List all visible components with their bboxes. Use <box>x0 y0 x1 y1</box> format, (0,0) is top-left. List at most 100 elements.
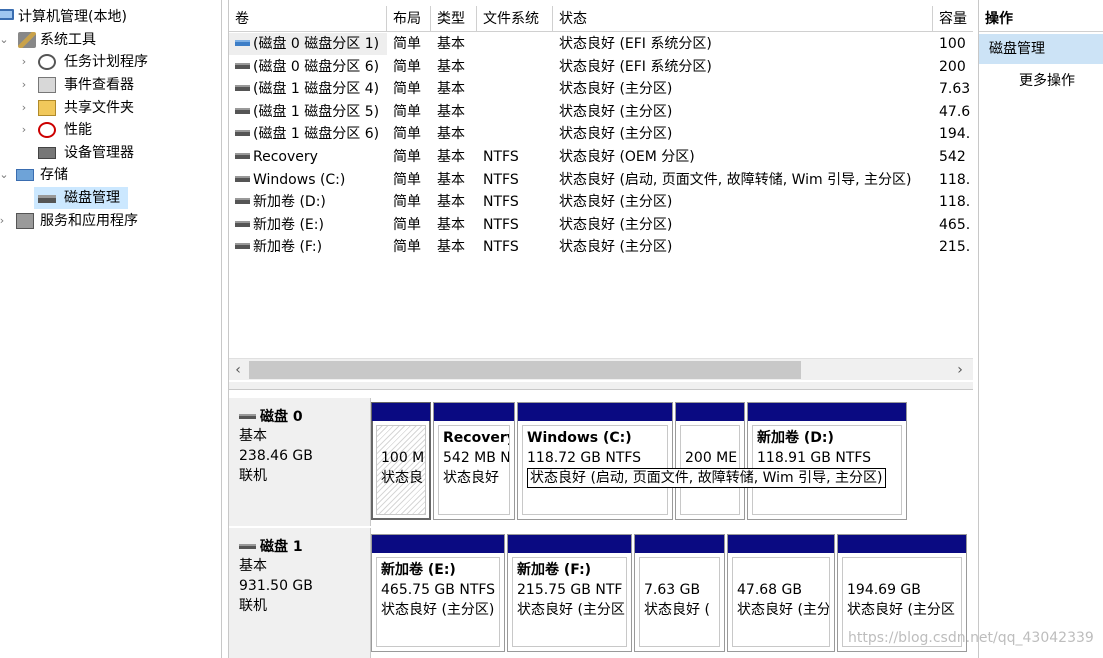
table-cell-fs <box>477 78 553 100</box>
table-cell-status: 状态良好 (EFI 系统分区) <box>553 56 933 78</box>
scroll-left-icon[interactable]: ‹ <box>229 359 247 381</box>
table-cell-capacity: 118. <box>933 169 973 191</box>
column-header-volume[interactable]: 卷 <box>229 6 387 32</box>
chevron-right-icon[interactable]: › <box>18 51 30 73</box>
tree-item-disk-management[interactable]: 磁盘管理 <box>34 187 128 209</box>
cell-text: (磁盘 1 磁盘分区 5) <box>253 103 380 120</box>
column-header-filesystem[interactable]: 文件系统 <box>477 6 553 32</box>
chevron-right-icon[interactable]: › <box>18 119 30 141</box>
column-header-type[interactable]: 类型 <box>431 6 477 32</box>
table-row[interactable]: (磁盘 0 磁盘分区 6) 简单 基本 状态良好 (EFI 系统分区) 200 <box>229 56 973 79</box>
scroll-right-icon[interactable]: › <box>951 359 969 381</box>
table-row[interactable]: (磁盘 1 磁盘分区 5) 简单 基本 状态良好 (主分区) 47.6 <box>229 101 973 124</box>
cell-text: 基本 <box>437 171 465 188</box>
table-row[interactable]: 新加卷 (D:) 简单 基本 NTFS 状态良好 (主分区) 118. <box>229 191 973 214</box>
cell-text: 465. <box>939 216 971 233</box>
partition-status: 状态良好 (主分区 <box>517 602 625 618</box>
column-header-capacity[interactable]: 容量 <box>933 6 973 32</box>
tree-item-device-manager[interactable]: 设备管理器 <box>0 142 220 164</box>
partition-size: 542 MB N <box>443 450 510 466</box>
disk-info-1[interactable]: 磁盘 1 基本 931.50 GB 联机 <box>229 528 371 658</box>
chevron-down-icon[interactable]: ⌄ <box>0 29 10 51</box>
partition-disk1-5[interactable]: 47.68 GB 状态良好 (主分 <box>727 534 835 652</box>
tree-label: 共享文件夹 <box>64 100 134 116</box>
cell-text: 简单 <box>393 239 421 256</box>
tree-item-task-scheduler[interactable]: › 任务计划程序 <box>0 51 220 73</box>
more-actions-link[interactable]: 更多操作 <box>1019 70 1075 92</box>
table-cell-type: 基本 <box>431 101 477 123</box>
table-cell-capacity: 100 <box>933 33 973 55</box>
tree-item-system-tools[interactable]: ⌄ 系统工具 <box>0 29 220 51</box>
scrollbar-thumb[interactable] <box>249 361 801 379</box>
device-manager-icon <box>38 147 56 159</box>
partition-f[interactable]: 新加卷 (F:) 215.75 GB NTF 状态良好 (主分区 <box>507 534 632 652</box>
chevron-right-icon[interactable]: › <box>18 74 30 96</box>
table-cell-fs <box>477 101 553 123</box>
cell-text: 新加卷 (E:) <box>253 216 324 233</box>
partition-recovery[interactable]: Recovery 542 MB N 状态良好 <box>433 402 515 520</box>
partition-disk0-6[interactable]: 200 ME <box>675 402 745 520</box>
table-row[interactable]: Windows (C:) 简单 基本 NTFS 状态良好 (启动, 页面文件, 故障转储… <box>229 169 973 192</box>
cell-text: (磁盘 0 磁盘分区 6) <box>253 58 380 75</box>
table-cell-fs: NTFS <box>477 236 553 258</box>
tree-item-services[interactable]: › 服务和应用程序 <box>0 210 220 232</box>
table-row[interactable]: 新加卷 (F:) 简单 基本 NTFS 状态良好 (主分区) 215. <box>229 236 973 259</box>
table-row[interactable]: 新加卷 (E:) 简单 基本 NTFS 状态良好 (主分区) 465. <box>229 214 973 237</box>
cell-text: Recovery <box>253 149 318 165</box>
table-cell-capacity: 465. <box>933 214 973 236</box>
table-cell-status: 状态良好 (主分区) <box>553 123 933 145</box>
horizontal-scrollbar[interactable]: ‹ › <box>229 358 973 380</box>
table-row[interactable]: (磁盘 1 磁盘分区 4) 简单 基本 状态良好 (主分区) 7.63 <box>229 78 973 101</box>
cell-text: 118. <box>939 171 971 188</box>
disk-name: 磁盘 1 <box>260 539 303 555</box>
partition-disk0-1[interactable]: 100 M 状态良 <box>371 402 431 520</box>
cell-text: 状态良好 (启动, 页面文件, 故障转储, Wim 引导, 主分区) <box>559 171 912 188</box>
chevron-down-icon[interactable]: ⌄ <box>0 164 10 186</box>
cell-text: 新加卷 (F:) <box>253 239 323 256</box>
pane-splitter[interactable] <box>229 382 973 390</box>
tree-item-shared-folders[interactable]: › 共享文件夹 <box>0 97 220 119</box>
table-cell-layout: 简单 <box>387 33 431 55</box>
column-header-layout[interactable]: 布局 <box>387 6 431 32</box>
table-cell-fs <box>477 56 553 78</box>
chevron-right-icon[interactable]: › <box>0 210 8 232</box>
tree-root[interactable]: 计算机管理(本地) <box>0 6 220 28</box>
table-cell-capacity: 7.63 <box>933 78 973 100</box>
tree-item-storage[interactable]: ⌄ 存储 <box>0 164 220 186</box>
partition-size: 118.91 GB NTFS <box>757 450 872 466</box>
table-cell-status: 状态良好 (主分区) <box>553 191 933 213</box>
partition-d[interactable]: 新加卷 (D:) 118.91 GB NTFS <box>747 402 907 520</box>
partition-e[interactable]: 新加卷 (E:) 465.75 GB NTFS 状态良好 (主分区) <box>371 534 505 652</box>
cell-text: 基本 <box>437 103 465 120</box>
table-row[interactable]: (磁盘 0 磁盘分区 1) 简单 基本 状态良好 (EFI 系统分区) 100 <box>229 33 973 56</box>
partition-disk1-4[interactable]: 7.63 GB 状态良好 ( <box>634 534 725 652</box>
disk-kind: 基本 <box>239 558 267 574</box>
chevron-right-icon[interactable]: › <box>18 97 30 119</box>
navigation-tree: 计算机管理(本地) ⌄ 系统工具 › 任务计划程序 › 事件查看器 › 共享文件… <box>0 0 222 658</box>
volume-icon <box>235 85 250 92</box>
actions-pane: 操作 磁盘管理 更多操作 <box>978 0 1103 658</box>
partition-status: 状态良好 <box>443 470 499 486</box>
table-row[interactable]: (磁盘 1 磁盘分区 6) 简单 基本 状态良好 (主分区) 194. <box>229 123 973 146</box>
partition-windows-c[interactable]: Windows (C:) 118.72 GB NTFS 状态良好 (启动, 页面… <box>517 402 886 520</box>
tree-item-event-viewer[interactable]: › 事件查看器 <box>0 74 220 96</box>
cell-text: 542 <box>939 149 966 165</box>
partition-size: 215.75 GB NTF <box>517 582 623 598</box>
cell-text: 194. <box>939 126 971 143</box>
table-cell-capacity: 542 <box>933 146 973 168</box>
table-row[interactable]: Recovery 简单 基本 NTFS 状态良好 (OEM 分区) 542 <box>229 146 973 169</box>
tree-label: 设备管理器 <box>64 145 134 161</box>
disk-info-0[interactable]: 磁盘 0 基本 238.46 GB 联机 <box>229 398 371 526</box>
cell-text: 47.6 <box>939 103 971 120</box>
table-cell-volume: Recovery <box>229 146 387 168</box>
column-header-status[interactable]: 状态 <box>553 6 933 32</box>
actions-section-disk-management[interactable]: 磁盘管理 <box>979 34 1103 64</box>
cell-text: 状态良好 (主分区) <box>559 126 673 143</box>
volume-icon <box>235 130 250 137</box>
event-log-icon <box>38 77 56 93</box>
cell-text: 基本 <box>437 149 465 165</box>
actions-header: 操作 <box>979 6 1103 32</box>
tree-item-performance[interactable]: › 性能 <box>0 119 220 141</box>
partition-size: 47.68 GB <box>737 582 802 598</box>
cell-text: 简单 <box>393 216 421 233</box>
